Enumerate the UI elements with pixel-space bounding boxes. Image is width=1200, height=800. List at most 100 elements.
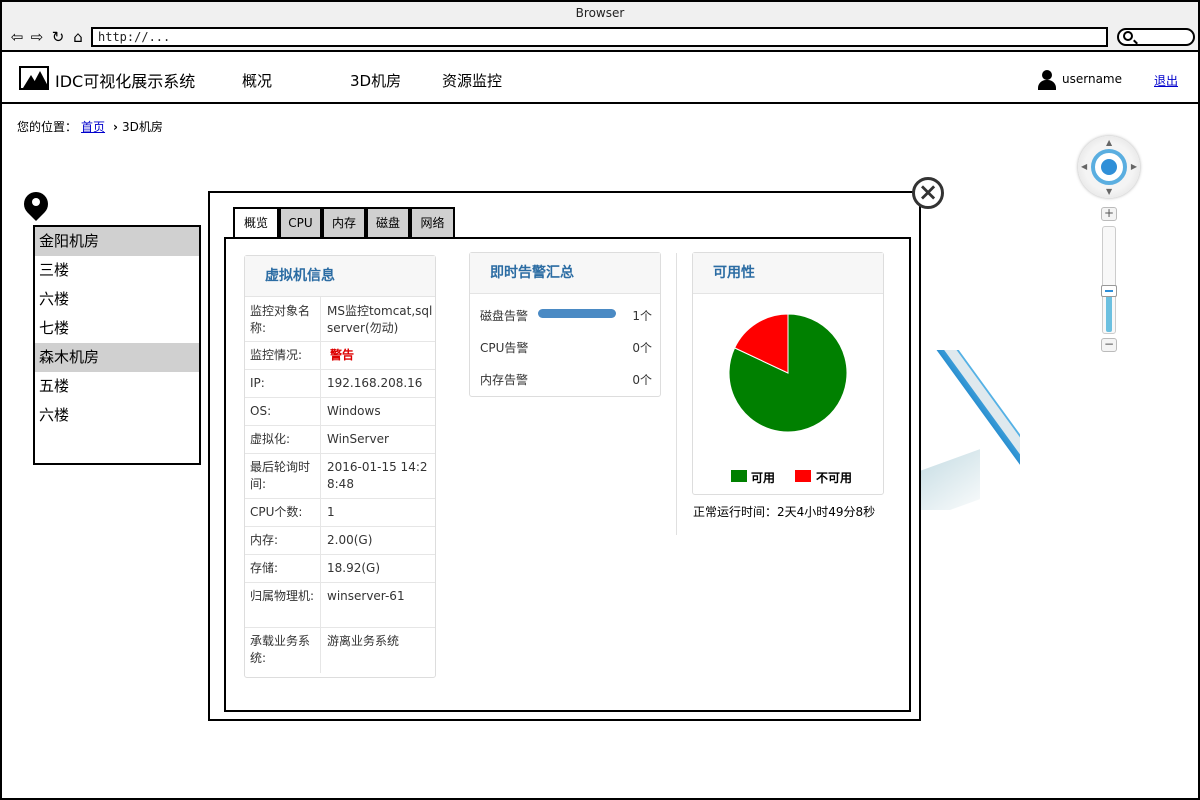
pan-compass-control[interactable]: ▲ ▼ ◀ ▶: [1078, 136, 1140, 198]
vm-key: 内存:: [250, 533, 279, 547]
list-item: CPU告警 0个: [480, 337, 652, 357]
nav-3d-room[interactable]: 3D机房: [350, 70, 401, 91]
close-icon[interactable]: ×: [912, 177, 944, 209]
vm-key: 监控对象名称:: [250, 304, 311, 335]
location-pin-icon: [19, 187, 53, 222]
zoom-slider-handle[interactable]: [1101, 285, 1117, 297]
chevron-right-icon: ›: [113, 120, 118, 134]
url-input[interactable]: http://...: [91, 27, 1108, 47]
tab-network[interactable]: 网络: [410, 207, 455, 238]
nav-resource-monitor[interactable]: 资源监控: [442, 70, 502, 91]
pan-up-icon[interactable]: ▲: [1106, 138, 1112, 147]
legend-label: 不可用: [816, 471, 853, 485]
pan-down-icon[interactable]: ▼: [1106, 187, 1112, 196]
username: username: [1062, 72, 1122, 86]
zoom-in-button[interactable]: +: [1101, 207, 1117, 221]
alert-label: 内存告警: [480, 373, 529, 387]
browser-title: Browser: [2, 2, 1198, 24]
room-item[interactable]: 七楼: [35, 314, 199, 343]
room-item[interactable]: 五楼: [35, 372, 199, 401]
browser-search-input[interactable]: [1117, 28, 1195, 46]
vm-key: 虚拟化:: [250, 432, 291, 446]
alert-count: 0个: [632, 373, 652, 387]
alert-label: 磁盘告警: [480, 309, 529, 323]
table-row: 监控情况: 警告: [245, 342, 435, 370]
room-item[interactable]: 六楼: [35, 401, 199, 430]
app-title: IDC可视化展示系统: [55, 72, 196, 91]
table-row: 归属物理机: winserver-61: [245, 583, 435, 628]
legend-swatch-available: [731, 470, 747, 482]
vm-value: 18.92(G): [327, 561, 381, 575]
table-row: 承载业务系统: 游离业务系统: [245, 628, 435, 673]
room-item-group[interactable]: 金阳机房: [35, 227, 199, 256]
alert-summary-card: 即时告警汇总 磁盘告警 1个 CPU告警 0个 内存告警 0个: [469, 252, 661, 397]
logout-link[interactable]: 退出: [1154, 72, 1178, 89]
vm-key: 承载业务系统:: [250, 634, 311, 665]
availability-card: 可用性 可用 不可用: [692, 252, 884, 495]
vm-key: 最后轮询时间:: [250, 460, 311, 491]
breadcrumb-current: 3D机房: [121, 120, 163, 134]
availability-pie-chart: [728, 313, 848, 433]
mountain-logo-icon: [19, 66, 49, 90]
breadcrumb-prefix: 您的位置：: [17, 120, 78, 134]
status-badge: 警告: [330, 348, 355, 362]
room-item[interactable]: 六楼: [35, 285, 199, 314]
alert-count: 0个: [632, 341, 652, 355]
vm-key: 存储:: [250, 561, 279, 575]
alert-bar: [538, 309, 616, 318]
vm-key: 监控情况:: [250, 348, 303, 362]
zoom-slider[interactable]: [1102, 226, 1116, 334]
vm-value: 游离业务系统: [327, 634, 400, 648]
column-divider: [676, 253, 677, 535]
alert-label: CPU告警: [480, 341, 529, 355]
table-row: 虚拟化: WinServer: [245, 426, 435, 454]
breadcrumb: 您的位置： 首页 › 3D机房: [17, 118, 163, 135]
nav-overview[interactable]: 概况: [242, 70, 272, 91]
table-row: 内存: 2.00(G): [245, 527, 435, 555]
tab-cpu[interactable]: CPU: [279, 207, 322, 238]
uptime-text: 正常运行时间：2天4小时49分8秒: [693, 505, 876, 519]
alert-count: 1个: [632, 309, 652, 323]
vm-key: IP:: [250, 376, 265, 390]
vm-value: 2.00(G): [327, 533, 373, 547]
vm-value: 1: [327, 505, 335, 519]
reload-icon[interactable]: ↻: [49, 28, 67, 46]
zoom-out-button[interactable]: −: [1101, 338, 1117, 352]
table-row: 最后轮询时间: 2016-01-15 14:28:48: [245, 454, 435, 499]
table-row: OS: Windows: [245, 398, 435, 426]
tab-overview[interactable]: 概览: [233, 207, 279, 240]
forward-arrow-icon[interactable]: ⇨: [28, 28, 46, 46]
room-item-group[interactable]: 森木机房: [35, 343, 199, 372]
vm-value: winserver-61: [327, 589, 405, 603]
vm-value: 2016-01-15 14:28:48: [327, 460, 428, 491]
vm-value: Windows: [327, 404, 381, 418]
back-arrow-icon[interactable]: ⇦: [8, 28, 26, 46]
vm-key: CPU个数:: [250, 505, 303, 519]
legend-swatch-unavailable: [795, 470, 811, 482]
room-list: 金阳机房 三楼 六楼 七楼 森木机房 五楼 六楼: [33, 225, 201, 465]
vm-info-title: 虚拟机信息: [245, 256, 435, 297]
table-row: IP: 192.168.208.16: [245, 370, 435, 398]
table-row: CPU个数: 1: [245, 499, 435, 527]
pan-left-icon[interactable]: ◀: [1081, 162, 1087, 171]
table-row: 监控对象名称: MS监控tomcat,sqlserver(勿动): [245, 297, 435, 342]
browser-toolbar: ⇦ ⇨ ↻ ⌂ http://...: [2, 24, 1198, 52]
list-item: 内存告警 0个: [480, 369, 652, 389]
table-row: 存储: 18.92(G): [245, 555, 435, 583]
availability-title: 可用性: [693, 253, 883, 294]
room-item[interactable]: 三楼: [35, 256, 199, 285]
vm-key: OS:: [250, 404, 272, 418]
breadcrumb-home-link[interactable]: 首页: [81, 120, 105, 134]
alert-summary-title: 即时告警汇总: [470, 253, 660, 294]
tab-memory[interactable]: 内存: [322, 207, 366, 238]
list-item: 磁盘告警 1个: [480, 305, 652, 325]
vm-info-card: 虚拟机信息 监控对象名称: MS监控tomcat,sqlserver(勿动) 监控…: [244, 255, 436, 678]
vm-key: 归属物理机:: [250, 589, 315, 603]
tab-disk[interactable]: 磁盘: [366, 207, 410, 238]
pan-right-icon[interactable]: ▶: [1131, 162, 1137, 171]
vm-value: WinServer: [327, 432, 389, 446]
search-icon: [1123, 31, 1133, 41]
home-icon[interactable]: ⌂: [69, 28, 87, 46]
legend-label: 可用: [751, 471, 776, 485]
app-header: IDC可视化展示系统 概况 3D机房 资源监控 username 退出: [2, 54, 1198, 104]
